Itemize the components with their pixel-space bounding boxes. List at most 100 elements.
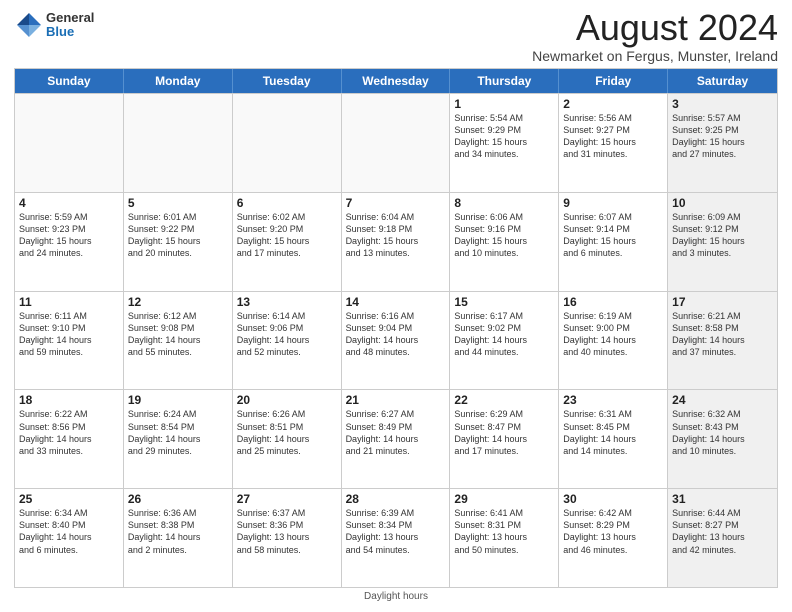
- calendar-body: 1Sunrise: 5:54 AM Sunset: 9:29 PM Daylig…: [15, 93, 777, 587]
- day-number: 14: [346, 295, 446, 309]
- day-cell-13: 13Sunrise: 6:14 AM Sunset: 9:06 PM Dayli…: [233, 292, 342, 390]
- day-cell-22: 22Sunrise: 6:29 AM Sunset: 8:47 PM Dayli…: [450, 390, 559, 488]
- day-number: 12: [128, 295, 228, 309]
- calendar-week-0: 1Sunrise: 5:54 AM Sunset: 9:29 PM Daylig…: [15, 93, 777, 192]
- day-cell-3: 3Sunrise: 5:57 AM Sunset: 9:25 PM Daylig…: [668, 94, 777, 192]
- day-cell-9: 9Sunrise: 6:07 AM Sunset: 9:14 PM Daylig…: [559, 193, 668, 291]
- day-content: Sunrise: 6:31 AM Sunset: 8:45 PM Dayligh…: [563, 408, 663, 457]
- day-content: Sunrise: 5:57 AM Sunset: 9:25 PM Dayligh…: [672, 112, 773, 161]
- day-content: Sunrise: 6:39 AM Sunset: 8:34 PM Dayligh…: [346, 507, 446, 556]
- day-content: Sunrise: 6:02 AM Sunset: 9:20 PM Dayligh…: [237, 211, 337, 260]
- day-content: Sunrise: 6:16 AM Sunset: 9:04 PM Dayligh…: [346, 310, 446, 359]
- day-content: Sunrise: 6:27 AM Sunset: 8:49 PM Dayligh…: [346, 408, 446, 457]
- calendar-week-2: 11Sunrise: 6:11 AM Sunset: 9:10 PM Dayli…: [15, 291, 777, 390]
- day-content: Sunrise: 6:41 AM Sunset: 8:31 PM Dayligh…: [454, 507, 554, 556]
- day-number: 30: [563, 492, 663, 506]
- day-content: Sunrise: 6:06 AM Sunset: 9:16 PM Dayligh…: [454, 211, 554, 260]
- day-number: 22: [454, 393, 554, 407]
- day-content: Sunrise: 6:36 AM Sunset: 8:38 PM Dayligh…: [128, 507, 228, 556]
- day-number: 9: [563, 196, 663, 210]
- day-header-friday: Friday: [559, 69, 668, 93]
- footer-note: Daylight hours: [14, 591, 778, 602]
- day-header-sunday: Sunday: [15, 69, 124, 93]
- day-content: Sunrise: 6:24 AM Sunset: 8:54 PM Dayligh…: [128, 408, 228, 457]
- day-content: Sunrise: 6:19 AM Sunset: 9:00 PM Dayligh…: [563, 310, 663, 359]
- logo: General Blue: [14, 10, 94, 40]
- day-number: 26: [128, 492, 228, 506]
- day-number: 7: [346, 196, 446, 210]
- day-content: Sunrise: 5:54 AM Sunset: 9:29 PM Dayligh…: [454, 112, 554, 161]
- title-block: August 2024 Newmarket on Fergus, Munster…: [532, 10, 778, 64]
- day-number: 5: [128, 196, 228, 210]
- day-content: Sunrise: 6:09 AM Sunset: 9:12 PM Dayligh…: [672, 211, 773, 260]
- day-number: 6: [237, 196, 337, 210]
- day-cell-15: 15Sunrise: 6:17 AM Sunset: 9:02 PM Dayli…: [450, 292, 559, 390]
- day-content: Sunrise: 6:14 AM Sunset: 9:06 PM Dayligh…: [237, 310, 337, 359]
- day-cell-29: 29Sunrise: 6:41 AM Sunset: 8:31 PM Dayli…: [450, 489, 559, 587]
- day-content: Sunrise: 6:29 AM Sunset: 8:47 PM Dayligh…: [454, 408, 554, 457]
- day-cell-4: 4Sunrise: 5:59 AM Sunset: 9:23 PM Daylig…: [15, 193, 124, 291]
- day-number: 19: [128, 393, 228, 407]
- day-content: Sunrise: 6:17 AM Sunset: 9:02 PM Dayligh…: [454, 310, 554, 359]
- day-number: 31: [672, 492, 773, 506]
- day-cell-8: 8Sunrise: 6:06 AM Sunset: 9:16 PM Daylig…: [450, 193, 559, 291]
- day-content: Sunrise: 6:32 AM Sunset: 8:43 PM Dayligh…: [672, 408, 773, 457]
- day-cell-10: 10Sunrise: 6:09 AM Sunset: 9:12 PM Dayli…: [668, 193, 777, 291]
- day-number: 8: [454, 196, 554, 210]
- day-content: Sunrise: 6:12 AM Sunset: 9:08 PM Dayligh…: [128, 310, 228, 359]
- day-content: Sunrise: 5:56 AM Sunset: 9:27 PM Dayligh…: [563, 112, 663, 161]
- day-number: 15: [454, 295, 554, 309]
- day-cell-23: 23Sunrise: 6:31 AM Sunset: 8:45 PM Dayli…: [559, 390, 668, 488]
- day-cell-27: 27Sunrise: 6:37 AM Sunset: 8:36 PM Dayli…: [233, 489, 342, 587]
- day-cell-12: 12Sunrise: 6:12 AM Sunset: 9:08 PM Dayli…: [124, 292, 233, 390]
- empty-cell: [233, 94, 342, 192]
- day-cell-30: 30Sunrise: 6:42 AM Sunset: 8:29 PM Dayli…: [559, 489, 668, 587]
- day-number: 1: [454, 97, 554, 111]
- day-cell-21: 21Sunrise: 6:27 AM Sunset: 8:49 PM Dayli…: [342, 390, 451, 488]
- day-content: Sunrise: 6:22 AM Sunset: 8:56 PM Dayligh…: [19, 408, 119, 457]
- day-cell-7: 7Sunrise: 6:04 AM Sunset: 9:18 PM Daylig…: [342, 193, 451, 291]
- day-content: Sunrise: 6:11 AM Sunset: 9:10 PM Dayligh…: [19, 310, 119, 359]
- day-number: 21: [346, 393, 446, 407]
- day-header-thursday: Thursday: [450, 69, 559, 93]
- day-cell-25: 25Sunrise: 6:34 AM Sunset: 8:40 PM Dayli…: [15, 489, 124, 587]
- day-number: 2: [563, 97, 663, 111]
- page: General Blue August 2024 Newmarket on Fe…: [0, 0, 792, 612]
- day-header-saturday: Saturday: [668, 69, 777, 93]
- day-cell-6: 6Sunrise: 6:02 AM Sunset: 9:20 PM Daylig…: [233, 193, 342, 291]
- day-number: 11: [19, 295, 119, 309]
- location: Newmarket on Fergus, Munster, Ireland: [532, 48, 778, 64]
- day-content: Sunrise: 6:37 AM Sunset: 8:36 PM Dayligh…: [237, 507, 337, 556]
- day-content: Sunrise: 6:34 AM Sunset: 8:40 PM Dayligh…: [19, 507, 119, 556]
- header: General Blue August 2024 Newmarket on Fe…: [14, 10, 778, 64]
- day-number: 18: [19, 393, 119, 407]
- day-number: 29: [454, 492, 554, 506]
- day-number: 16: [563, 295, 663, 309]
- day-header-wednesday: Wednesday: [342, 69, 451, 93]
- day-cell-24: 24Sunrise: 6:32 AM Sunset: 8:43 PM Dayli…: [668, 390, 777, 488]
- day-header-monday: Monday: [124, 69, 233, 93]
- day-cell-1: 1Sunrise: 5:54 AM Sunset: 9:29 PM Daylig…: [450, 94, 559, 192]
- day-number: 17: [672, 295, 773, 309]
- day-number: 10: [672, 196, 773, 210]
- day-cell-26: 26Sunrise: 6:36 AM Sunset: 8:38 PM Dayli…: [124, 489, 233, 587]
- day-cell-18: 18Sunrise: 6:22 AM Sunset: 8:56 PM Dayli…: [15, 390, 124, 488]
- day-content: Sunrise: 6:44 AM Sunset: 8:27 PM Dayligh…: [672, 507, 773, 556]
- day-number: 3: [672, 97, 773, 111]
- calendar-week-4: 25Sunrise: 6:34 AM Sunset: 8:40 PM Dayli…: [15, 488, 777, 587]
- empty-cell: [15, 94, 124, 192]
- day-number: 23: [563, 393, 663, 407]
- day-content: Sunrise: 6:07 AM Sunset: 9:14 PM Dayligh…: [563, 211, 663, 260]
- month-title: August 2024: [532, 10, 778, 46]
- day-number: 20: [237, 393, 337, 407]
- day-content: Sunrise: 6:26 AM Sunset: 8:51 PM Dayligh…: [237, 408, 337, 457]
- calendar: SundayMondayTuesdayWednesdayThursdayFrid…: [14, 68, 778, 588]
- day-cell-31: 31Sunrise: 6:44 AM Sunset: 8:27 PM Dayli…: [668, 489, 777, 587]
- day-number: 25: [19, 492, 119, 506]
- day-content: Sunrise: 5:59 AM Sunset: 9:23 PM Dayligh…: [19, 211, 119, 260]
- day-cell-14: 14Sunrise: 6:16 AM Sunset: 9:04 PM Dayli…: [342, 292, 451, 390]
- day-cell-16: 16Sunrise: 6:19 AM Sunset: 9:00 PM Dayli…: [559, 292, 668, 390]
- day-content: Sunrise: 6:04 AM Sunset: 9:18 PM Dayligh…: [346, 211, 446, 260]
- calendar-week-3: 18Sunrise: 6:22 AM Sunset: 8:56 PM Dayli…: [15, 389, 777, 488]
- logo-text: General Blue: [46, 11, 94, 40]
